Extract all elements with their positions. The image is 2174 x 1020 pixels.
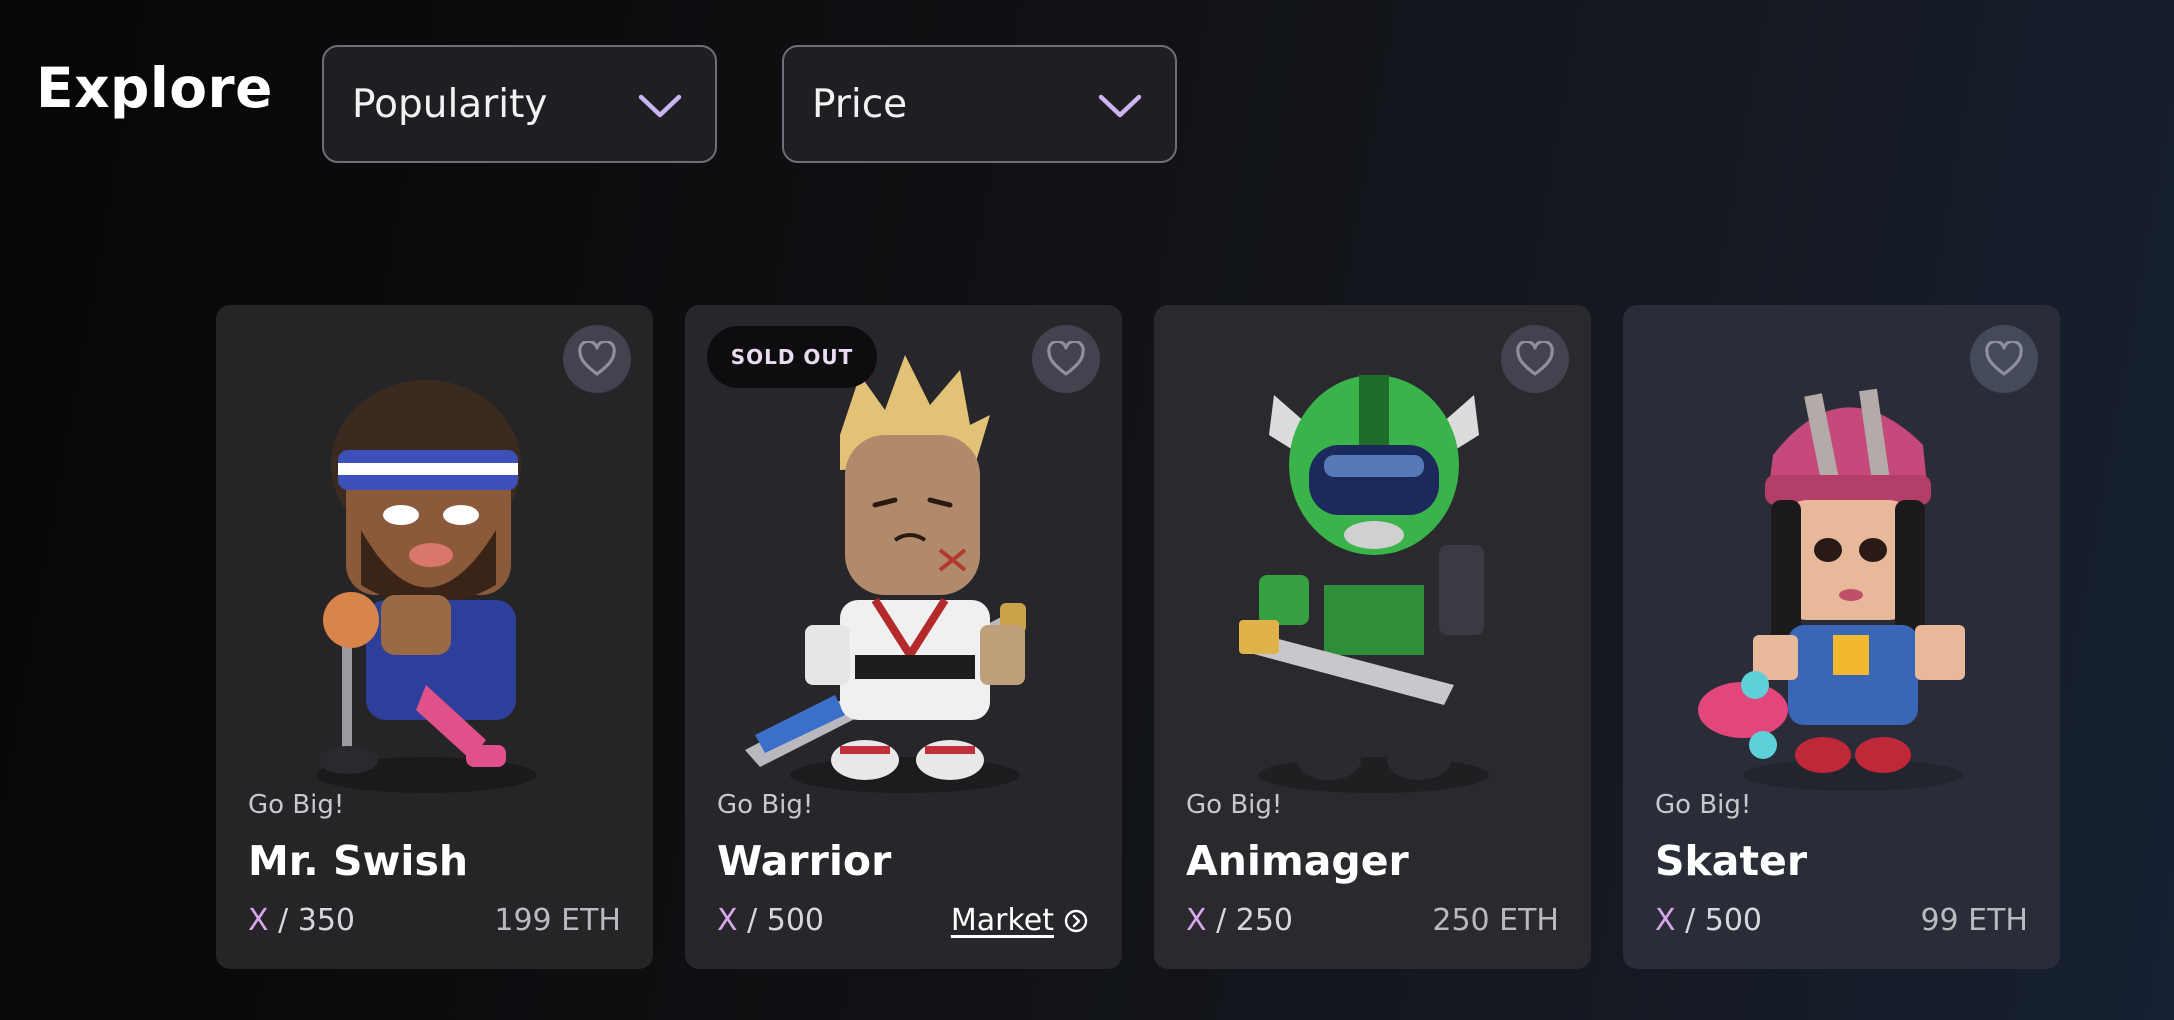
edition-total: / 500 bbox=[1685, 903, 1763, 938]
collection-name: Go Big! bbox=[1186, 790, 1283, 820]
warrior-character-image bbox=[745, 355, 1026, 793]
edition-count: X / 500 bbox=[717, 903, 824, 938]
edition-number: X bbox=[1655, 903, 1676, 938]
market-link-label: Market bbox=[950, 903, 1054, 938]
chevron-down-icon bbox=[638, 94, 682, 118]
item-name: Animager bbox=[1186, 837, 1409, 885]
item-price: 99 ETH bbox=[1920, 903, 2028, 938]
favorite-button[interactable] bbox=[1501, 325, 1569, 393]
collection-name: Go Big! bbox=[248, 790, 345, 820]
edition-number: X bbox=[717, 903, 738, 938]
edition-total: / 250 bbox=[1216, 903, 1294, 938]
item-name: Mr. Swish bbox=[248, 837, 469, 885]
favorite-button[interactable] bbox=[1032, 325, 1100, 393]
mr-swish-character-image bbox=[316, 380, 536, 793]
heart-icon bbox=[1516, 341, 1554, 376]
edition-count: X / 250 bbox=[1186, 903, 1293, 938]
chevron-down-icon bbox=[1098, 94, 1142, 118]
item-name: Warrior bbox=[717, 837, 892, 885]
sort-dropdown-value: Popularity bbox=[352, 81, 548, 127]
skater-character-image bbox=[1698, 388, 1965, 791]
edition-count: X / 350 bbox=[248, 903, 355, 938]
item-price: 250 ETH bbox=[1432, 903, 1559, 938]
collection-name: Go Big! bbox=[717, 790, 814, 820]
arrow-circle-right-icon bbox=[1064, 909, 1088, 932]
item-name: Skater bbox=[1655, 837, 1808, 885]
market-link[interactable]: Market bbox=[951, 903, 1088, 938]
nft-card[interactable]: Go Big! Animager X / 250 250 ETH bbox=[1154, 305, 1591, 969]
heart-icon bbox=[1047, 341, 1085, 376]
price-dropdown-value: Price bbox=[812, 81, 908, 127]
edition-total: / 350 bbox=[278, 903, 356, 938]
sort-dropdown[interactable]: Popularity bbox=[322, 45, 717, 163]
page-title: Explore bbox=[36, 56, 273, 120]
price-dropdown[interactable]: Price bbox=[782, 45, 1177, 163]
favorite-button[interactable] bbox=[1970, 325, 2038, 393]
heart-icon bbox=[578, 341, 616, 376]
animager-character-image bbox=[1239, 375, 1489, 793]
favorite-button[interactable] bbox=[563, 325, 631, 393]
edition-count: X / 500 bbox=[1655, 903, 1762, 938]
edition-number: X bbox=[1186, 903, 1207, 938]
item-price: 199 ETH bbox=[494, 903, 621, 938]
heart-icon bbox=[1985, 341, 2023, 376]
edition-number: X bbox=[248, 903, 269, 938]
nft-card[interactable]: Go Big! Mr. Swish X / 350 199 ETH bbox=[216, 305, 653, 969]
edition-total: / 500 bbox=[747, 903, 825, 938]
nft-card[interactable]: SOLD OUT Go Big! Warrior X / 500 Market bbox=[685, 305, 1122, 969]
collection-name: Go Big! bbox=[1655, 790, 1752, 820]
sold-out-badge: SOLD OUT bbox=[707, 326, 877, 388]
nft-card[interactable]: Go Big! Skater X / 500 99 ETH bbox=[1623, 305, 2060, 969]
